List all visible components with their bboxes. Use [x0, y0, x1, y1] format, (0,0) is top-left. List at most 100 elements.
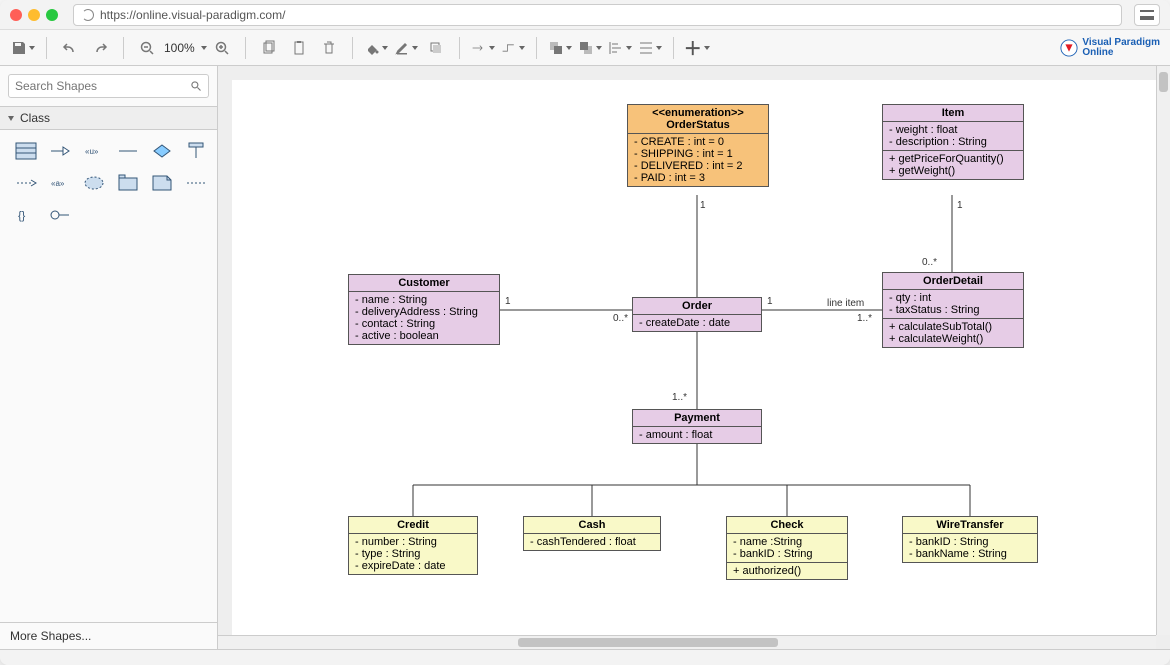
class-name: Order — [633, 298, 761, 315]
section-title: Class — [20, 111, 50, 125]
shadow-button[interactable] — [423, 35, 449, 61]
attr: - SHIPPING : int = 1 — [634, 148, 762, 160]
shape-realization[interactable] — [46, 204, 74, 226]
shape-collaboration[interactable] — [80, 172, 108, 194]
v-scroll-thumb[interactable] — [1159, 72, 1168, 92]
class-order[interactable]: Order - createDate : date — [632, 297, 762, 332]
search-shapes-input[interactable] — [15, 79, 190, 93]
shape-anchor[interactable] — [182, 172, 210, 194]
vertical-scrollbar[interactable] — [1156, 66, 1170, 635]
redo-icon — [92, 40, 108, 56]
class-orderstatus[interactable]: <<enumeration>>OrderStatus - CREATE : in… — [627, 104, 769, 187]
zoom-in-button[interactable] — [209, 35, 235, 61]
attr: - bankID : String — [733, 548, 841, 560]
section-class-header[interactable]: Class — [0, 106, 217, 130]
attr: - cashTendered : float — [530, 536, 654, 548]
class-payment[interactable]: Payment - amount : float — [632, 409, 762, 444]
op: + getWeight() — [889, 165, 1017, 177]
class-check[interactable]: Check - name :String - bankID : String +… — [726, 516, 848, 580]
shape-association[interactable] — [114, 140, 142, 162]
shape-dependency[interactable] — [12, 172, 40, 194]
distribute-button[interactable] — [637, 35, 663, 61]
class-name: Credit — [349, 517, 477, 534]
class-name: WireTransfer — [903, 517, 1037, 534]
arrow-icon — [471, 40, 487, 56]
front-icon — [548, 40, 564, 56]
footer — [0, 649, 1170, 665]
back-icon — [578, 40, 594, 56]
shape-generalization[interactable] — [46, 140, 74, 162]
svg-text:«a»: «a» — [51, 179, 65, 188]
mult-payment-1n: 1..* — [672, 392, 687, 403]
class-wiretransfer[interactable]: WireTransfer - bankID : String - bankNam… — [902, 516, 1038, 563]
mult-detail-0n: 0..* — [922, 257, 937, 268]
align-button[interactable] — [607, 35, 633, 61]
attr: - contact : String — [355, 318, 493, 330]
attr: - DELIVERED : int = 2 — [634, 160, 762, 172]
undo-button[interactable] — [57, 35, 83, 61]
zoom-dropdown-caret[interactable] — [201, 46, 207, 50]
shape-note[interactable] — [148, 172, 176, 194]
h-scroll-thumb[interactable] — [518, 638, 778, 647]
attr: - weight : float — [889, 124, 1017, 136]
op: + calculateWeight() — [889, 333, 1017, 345]
url-bar[interactable]: https://online.visual-paradigm.com/ — [73, 4, 1122, 26]
more-shapes-link[interactable]: More Shapes... — [0, 622, 217, 649]
mult-order-cust-0n: 0..* — [613, 313, 628, 324]
reload-icon[interactable] — [82, 9, 94, 21]
diagram-canvas[interactable]: 1 1 0..* 1 0..* 1 line item 1..* 1..* <<… — [232, 80, 1156, 635]
shape-interface[interactable] — [182, 140, 210, 162]
paste-button[interactable] — [286, 35, 312, 61]
shape-package[interactable] — [114, 172, 142, 194]
vp-logo-text2: Online — [1082, 48, 1160, 58]
add-button[interactable]: ＋ — [684, 35, 710, 61]
class-name: Cash — [524, 517, 660, 534]
stereotype: <<enumeration>> — [652, 107, 744, 119]
minimize-window[interactable] — [28, 9, 40, 21]
class-credit[interactable]: Credit - number : String - type : String… — [348, 516, 478, 575]
send-back-button[interactable] — [577, 35, 603, 61]
main-toolbar: 100% ＋ Visual Paradigm Online — [0, 30, 1170, 66]
align-icon — [608, 40, 624, 56]
close-window[interactable] — [10, 9, 22, 21]
attr: - bankID : String — [909, 536, 1031, 548]
connection-style-button[interactable] — [470, 35, 496, 61]
save-button[interactable] — [10, 35, 36, 61]
class-orderdetail[interactable]: OrderDetail - qty : int - taxStatus : St… — [882, 272, 1024, 348]
class-customer[interactable]: Customer - name : String - deliveryAddre… — [348, 274, 500, 345]
line-color-button[interactable] — [393, 35, 419, 61]
attr: - deliveryAddress : String — [355, 306, 493, 318]
op: + getPriceForQuantity() — [889, 153, 1017, 165]
class-name: Payment — [633, 410, 761, 427]
delete-button[interactable] — [316, 35, 342, 61]
shape-class[interactable] — [12, 140, 40, 162]
maximize-window[interactable] — [46, 9, 58, 21]
class-item[interactable]: Item - weight : float - description : St… — [882, 104, 1024, 180]
zoom-out-button[interactable] — [134, 35, 160, 61]
copy-button[interactable] — [256, 35, 282, 61]
op: + authorized() — [733, 565, 841, 577]
attr: - name :String — [733, 536, 841, 548]
hamburger-icon — [1140, 10, 1154, 20]
waypoint-button[interactable] — [500, 35, 526, 61]
shape-abstraction[interactable]: «a» — [46, 172, 74, 194]
svg-text:{}: {} — [18, 210, 26, 222]
redo-button[interactable] — [87, 35, 113, 61]
zoom-level[interactable]: 100% — [162, 41, 197, 55]
attr: - name : String — [355, 294, 493, 306]
search-shapes-box[interactable] — [8, 74, 209, 98]
vp-logo-icon — [1060, 39, 1078, 57]
class-cash[interactable]: Cash - cashTendered : float — [523, 516, 661, 551]
attr: - qty : int — [889, 292, 1017, 304]
titlebar: https://online.visual-paradigm.com/ — [0, 0, 1170, 30]
fill-color-button[interactable] — [363, 35, 389, 61]
horizontal-scrollbar[interactable] — [218, 635, 1156, 649]
shape-constraint[interactable]: {} — [12, 204, 40, 226]
shape-usage[interactable]: «u» — [80, 140, 108, 162]
label-line-item: line item — [827, 298, 864, 309]
shape-aggregation[interactable] — [148, 140, 176, 162]
attr: - CREATE : int = 0 — [634, 136, 762, 148]
browser-menu-button[interactable] — [1134, 4, 1160, 26]
bring-front-button[interactable] — [547, 35, 573, 61]
vp-logo[interactable]: Visual Paradigm Online — [1060, 38, 1160, 58]
